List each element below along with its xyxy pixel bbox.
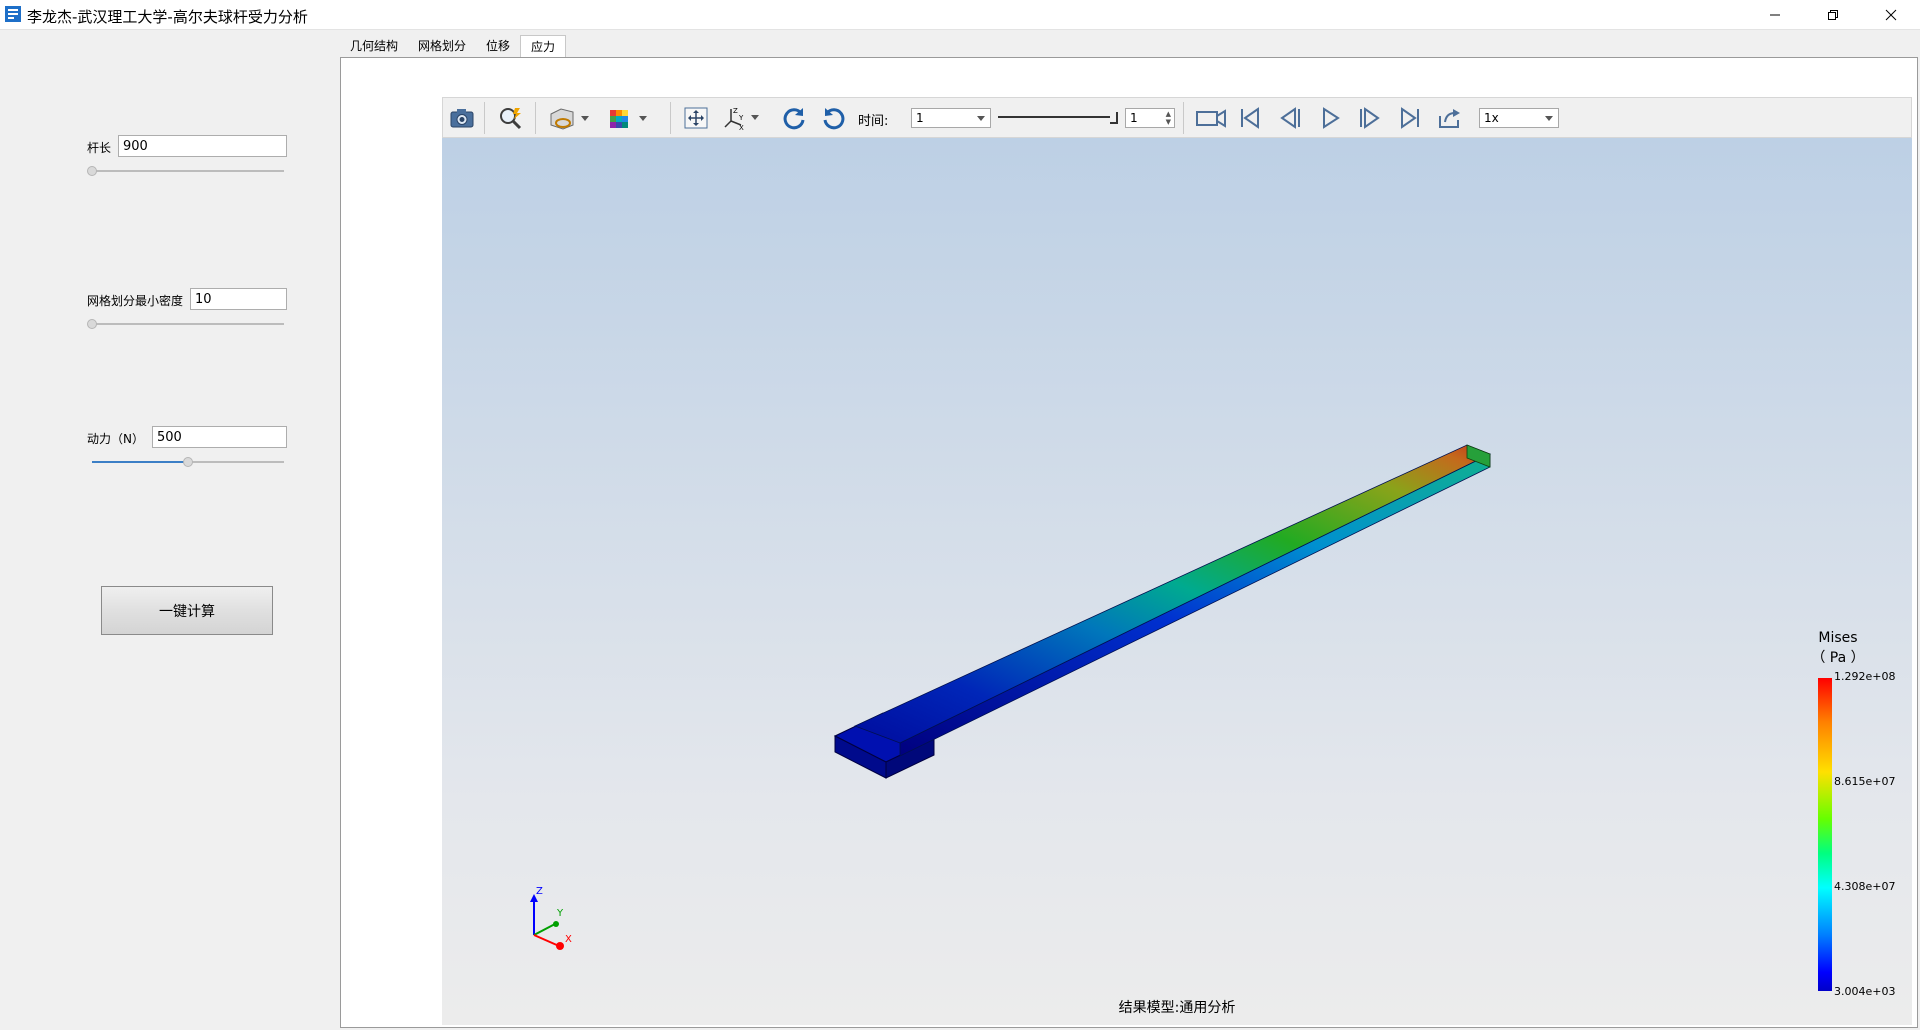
time-label: 时间:: [858, 114, 889, 129]
legend-unit: （ Pa ）: [1811, 650, 1865, 666]
step-value: 1: [1130, 111, 1138, 125]
tab-stress[interactable]: 应力: [520, 35, 567, 58]
shaft-side: [899, 453, 1491, 757]
first-frame-button[interactable]: [1235, 105, 1265, 131]
speed-value: 1x: [1484, 111, 1499, 125]
rotate-cw-button[interactable]: [779, 105, 809, 131]
force-input[interactable]: 500: [152, 426, 287, 448]
mesh-density-input[interactable]: 10: [190, 288, 287, 310]
rotate-cw-icon: [783, 108, 805, 130]
color-map-button[interactable]: [607, 105, 651, 131]
prev-frame-icon: [1280, 107, 1300, 129]
restore-icon: [1828, 9, 1838, 20]
legend-tick-max: 1.292e+08: [1834, 670, 1896, 683]
rod-length-label: 杆长: [87, 141, 112, 155]
parameter-panel: [0, 30, 338, 1030]
screenshot-button[interactable]: [447, 105, 477, 131]
play-icon: [1323, 107, 1340, 129]
axis-x-label: X: [565, 934, 572, 945]
chevron-down-icon: [977, 116, 985, 121]
legend-title: Mises: [1818, 630, 1858, 646]
stress-color-bar: [1818, 678, 1832, 991]
camera-icon: [450, 109, 474, 128]
record-button[interactable]: [1195, 105, 1227, 131]
time-value: 1: [916, 111, 924, 125]
3d-viewport[interactable]: Z Y X 结果模型:通用分析: [442, 138, 1912, 1025]
rod-length-slider[interactable]: [87, 165, 284, 177]
svg-text:X: X: [739, 124, 744, 131]
chevron-down-icon: [1545, 116, 1553, 121]
axis-view-button[interactable]: ZYX: [721, 105, 765, 131]
window-title: 李龙杰-武汉理工大学-高尔夫球杆受力分析: [27, 8, 308, 26]
legend-tick-3: 4.308e+07: [1834, 880, 1896, 893]
next-frame-icon: [1360, 107, 1380, 129]
record-icon: [1196, 109, 1226, 128]
legend-tick-min: 3.004e+03: [1834, 985, 1896, 998]
timeline-handle[interactable]: [1110, 112, 1118, 124]
axis-y-label: Y: [556, 908, 564, 919]
restore-button[interactable]: [1804, 0, 1862, 29]
prev-frame-button[interactable]: [1275, 105, 1305, 131]
export-icon: [1439, 109, 1460, 128]
time-combobox[interactable]: 1: [911, 108, 991, 128]
rotate-ccw-icon: [823, 108, 845, 130]
force-slider[interactable]: [92, 456, 284, 468]
tab-displacement[interactable]: 位移: [476, 35, 520, 57]
first-frame-icon: [1241, 107, 1259, 129]
svg-text:Y: Y: [738, 114, 744, 122]
calculate-button[interactable]: 一键计算: [101, 586, 273, 635]
view-cube-icon: [550, 108, 589, 130]
mesh-density-label: 网格划分最小密度: [87, 294, 184, 308]
legend-tick-2: 8.615e+07: [1834, 775, 1896, 788]
minimize-button[interactable]: [1746, 0, 1804, 29]
view-mode-button[interactable]: [547, 105, 591, 131]
mesh-density-slider[interactable]: [87, 318, 284, 330]
axes-icon: ZYX: [724, 107, 759, 131]
close-icon: [1885, 9, 1897, 20]
svg-text:Z: Z: [733, 107, 738, 115]
rod-length-input[interactable]: 900: [118, 135, 287, 157]
minimize-icon: [1770, 14, 1780, 15]
timeline-slider[interactable]: [998, 108, 1118, 128]
rotate-ccw-button[interactable]: [819, 105, 849, 131]
last-frame-button[interactable]: [1395, 105, 1425, 131]
shaft-top: [853, 444, 1491, 744]
speed-combobox[interactable]: 1x: [1479, 108, 1559, 128]
viewer-toolbar: ZYX 时间: 1 1 ▲ ▼ 1x: [442, 97, 1912, 138]
orientation-axes: Z Y X: [530, 886, 572, 950]
next-frame-button[interactable]: [1355, 105, 1385, 131]
export-button[interactable]: [1435, 105, 1465, 131]
zoom-button[interactable]: [496, 105, 526, 131]
axis-z-label: Z: [536, 886, 543, 897]
last-frame-icon: [1401, 107, 1419, 129]
zoom-icon: [500, 108, 522, 130]
tab-geometry[interactable]: 几何结构: [340, 35, 408, 57]
slider-handle[interactable]: [183, 457, 193, 467]
step-spinbox[interactable]: 1 ▲ ▼: [1125, 108, 1175, 128]
title-bar: 李龙杰-武汉理工大学-高尔夫球杆受力分析: [0, 0, 1920, 30]
close-button[interactable]: [1862, 0, 1920, 29]
slider-handle[interactable]: [87, 166, 97, 176]
force-label: 动力（N）: [87, 432, 144, 446]
stress-model: [833, 444, 1491, 779]
fit-view-icon: [684, 107, 708, 129]
spin-arrows-icon: ▲ ▼: [1165, 110, 1171, 126]
app-icon: [5, 6, 21, 22]
tab-bar: 几何结构 网格划分 位移 应力: [340, 35, 567, 58]
play-button[interactable]: [1315, 105, 1345, 131]
slider-handle[interactable]: [87, 319, 97, 329]
result-model-caption: 结果模型:通用分析: [1118, 1000, 1236, 1016]
color-map-icon: [610, 110, 647, 128]
tab-mesh[interactable]: 网格划分: [408, 35, 476, 57]
fit-view-button[interactable]: [681, 105, 711, 131]
